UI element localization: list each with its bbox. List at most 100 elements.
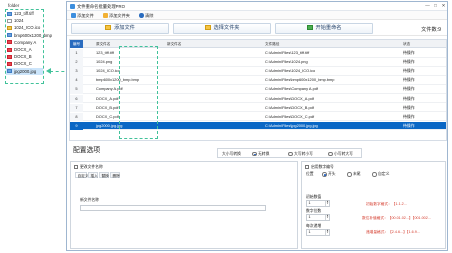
radio-lower-to-upper[interactable]: 小写转大写 xyxy=(328,151,353,157)
case-convert-label: 大小写转换 xyxy=(222,151,241,156)
folder-file-item-selected[interactable]: jpg2000.jpg xyxy=(6,67,43,75)
cell-status: 待操作 xyxy=(403,59,415,65)
file-count: 文件数:9 xyxy=(421,26,441,33)
cell-name: DOCX_A.pdf xyxy=(96,95,119,101)
start-icon xyxy=(306,24,313,30)
preview-digits-format: 数位补值格式：【00.01.02...】【001.002... xyxy=(362,216,431,220)
clear-icon xyxy=(139,13,144,18)
drag-arrow-icon xyxy=(46,68,51,74)
pdf-file-icon xyxy=(7,61,12,66)
cell-status: 待操作 xyxy=(403,68,415,74)
cell-name: DOCX_C.pdf xyxy=(96,113,119,119)
col-header-no[interactable]: 编号 xyxy=(70,40,83,48)
cell-path: C:\Admin\Files\Company A.pdf xyxy=(265,86,318,92)
pdf-file-icon xyxy=(7,40,12,45)
cell-path: C:\Admin\Files\DOCX_A.pdf xyxy=(265,95,314,101)
folder-title: folder xyxy=(8,3,20,8)
cell-path: C:\Admin\Files\123_tiff.tiff xyxy=(265,50,310,55)
col-header-path[interactable]: 文件路径 xyxy=(265,40,279,48)
config-title: 配置选项 xyxy=(73,147,101,154)
start-number-stepper[interactable]: 1 ▲ ▼ xyxy=(306,200,330,207)
add-file-icon xyxy=(71,13,76,18)
preview-step-format: 递增量格式：【2.4.6...】【1.6.9... xyxy=(366,230,420,234)
folder-icon xyxy=(103,13,108,18)
select-folder-button[interactable]: 选择文件夹 xyxy=(173,23,271,34)
cell-no: 5 xyxy=(70,85,83,94)
radio-position-start[interactable]: 开头 xyxy=(322,172,336,177)
cell-no: 4 xyxy=(70,76,83,85)
folder-panel: folder 123_tiff.tiff 1024 1024_ICO.ico b… xyxy=(2,2,52,85)
tab-insert[interactable]: 插入 xyxy=(88,172,98,178)
image-file-icon xyxy=(7,69,12,74)
cell-status: 待操作 xyxy=(403,104,415,110)
image-file-icon xyxy=(7,33,12,38)
start-rename-button[interactable]: 开始重命名 xyxy=(275,23,373,34)
col-header-status[interactable]: 状态 xyxy=(403,40,410,48)
radio-position-custom[interactable]: 自定义 xyxy=(372,172,389,177)
radio-position-end[interactable]: 末尾 xyxy=(347,172,361,177)
window-title: 文件重命名批量处理PRO xyxy=(77,3,125,9)
highlight-frame xyxy=(119,46,158,139)
main-window: 文件重命名批量处理PRO — □ ✕ 添加文件 添加文件夹 清除 添加文件 选择… xyxy=(66,1,448,251)
col-header-original-name[interactable]: 原文件名 xyxy=(96,40,110,48)
folder-file-item[interactable]: DOCX_A xyxy=(6,46,43,53)
position-label: 位置 xyxy=(306,172,314,176)
folder-file-item[interactable]: DOCX_C xyxy=(6,60,43,67)
new-name-label: 新文件名称 xyxy=(80,198,99,202)
cell-no: 7 xyxy=(70,103,83,113)
ico-file-icon xyxy=(7,25,12,30)
tab-custom[interactable]: 自定义 xyxy=(75,172,89,178)
pdf-file-icon xyxy=(7,47,12,52)
pdf-file-icon xyxy=(7,54,12,59)
menu-bar: 添加文件 添加文件夹 清除 xyxy=(67,11,447,20)
case-convert-box: 大小写转换 无转换 大写转小写 小写转大写 xyxy=(217,148,362,158)
radio-no-convert[interactable]: 无转换 xyxy=(252,151,269,157)
cell-status: 待操作 xyxy=(403,77,415,83)
tiff-file-icon xyxy=(7,11,12,16)
cell-path: C:\Admin\Files\bmp600x1200_bmp.bmp xyxy=(265,77,335,83)
tab-delete[interactable]: 删除 xyxy=(110,172,120,178)
menu-add-files[interactable]: 添加文件 xyxy=(71,13,94,19)
minimize-button[interactable]: — xyxy=(424,3,431,9)
cell-path: C:\Admin\Files\DOCX_C.pdf xyxy=(265,113,315,119)
folder-file-item[interactable]: Company A xyxy=(6,39,43,46)
close-button[interactable]: ✕ xyxy=(440,3,447,9)
maximize-button[interactable]: □ xyxy=(432,3,439,9)
cell-no: 6 xyxy=(70,94,83,104)
cell-status: 待操作 xyxy=(403,50,415,55)
new-name-input[interactable] xyxy=(80,205,266,211)
folder-file-item[interactable]: 1024 xyxy=(6,17,43,24)
col-header-new-name[interactable]: 新文件名 xyxy=(167,40,181,48)
cell-path: C:\Admin\Files\1024.png xyxy=(265,59,308,65)
app-icon xyxy=(70,4,75,9)
folder-file-item[interactable]: 1024_ICO.ico xyxy=(6,24,43,31)
cell-no: 9 xyxy=(70,121,83,131)
folder-file-item[interactable]: bmp600x1200_bmp xyxy=(6,32,52,39)
cell-status: 待操作 xyxy=(403,122,415,128)
enable-number-checkbox[interactable]: 启用数字编号 xyxy=(305,165,334,170)
cell-name: 123_tiff.tiff xyxy=(96,50,114,55)
cell-status: 待操作 xyxy=(403,86,415,92)
title-bar: 文件重命名批量处理PRO — □ ✕ xyxy=(67,2,447,11)
add-files-button[interactable]: 添加文件 xyxy=(71,23,169,34)
folder-file-item[interactable]: DOCX_B xyxy=(6,53,43,60)
cell-no: 3 xyxy=(70,67,83,76)
folder-file-item[interactable]: 123_tiff.tiff xyxy=(6,10,43,17)
cell-name: 1024_ICO.ico xyxy=(96,68,120,74)
cell-no: 2 xyxy=(70,58,83,67)
cell-status: 待操作 xyxy=(403,95,415,101)
radio-upper-to-lower[interactable]: 大写转小写 xyxy=(288,151,313,157)
digits-stepper[interactable]: 1 ▲ ▼ xyxy=(306,214,330,221)
menu-clear[interactable]: 清除 xyxy=(139,13,153,19)
cell-path: C:\Admin\Files\jpg2000.jpg.jpg xyxy=(265,122,318,128)
tab-replace[interactable]: 替换 xyxy=(99,172,109,178)
cell-no: 8 xyxy=(70,112,83,122)
cell-name: 1024.png xyxy=(96,59,113,65)
step-stepper[interactable]: 1 ▲ ▼ xyxy=(306,229,330,236)
menu-add-folder[interactable]: 添加文件夹 xyxy=(103,13,130,19)
cell-name: DOCX_B.pdf xyxy=(96,104,119,110)
folder-file-list: 123_tiff.tiff 1024 1024_ICO.ico bmp600x1… xyxy=(5,9,52,84)
modify-name-checkbox[interactable]: 更改文件名称 xyxy=(74,165,103,170)
toolbar: 添加文件 选择文件夹 开始重命名 文件数:9 xyxy=(67,21,447,36)
cell-path: C:\Admin\Files\1024_ICO.ico xyxy=(265,68,316,74)
